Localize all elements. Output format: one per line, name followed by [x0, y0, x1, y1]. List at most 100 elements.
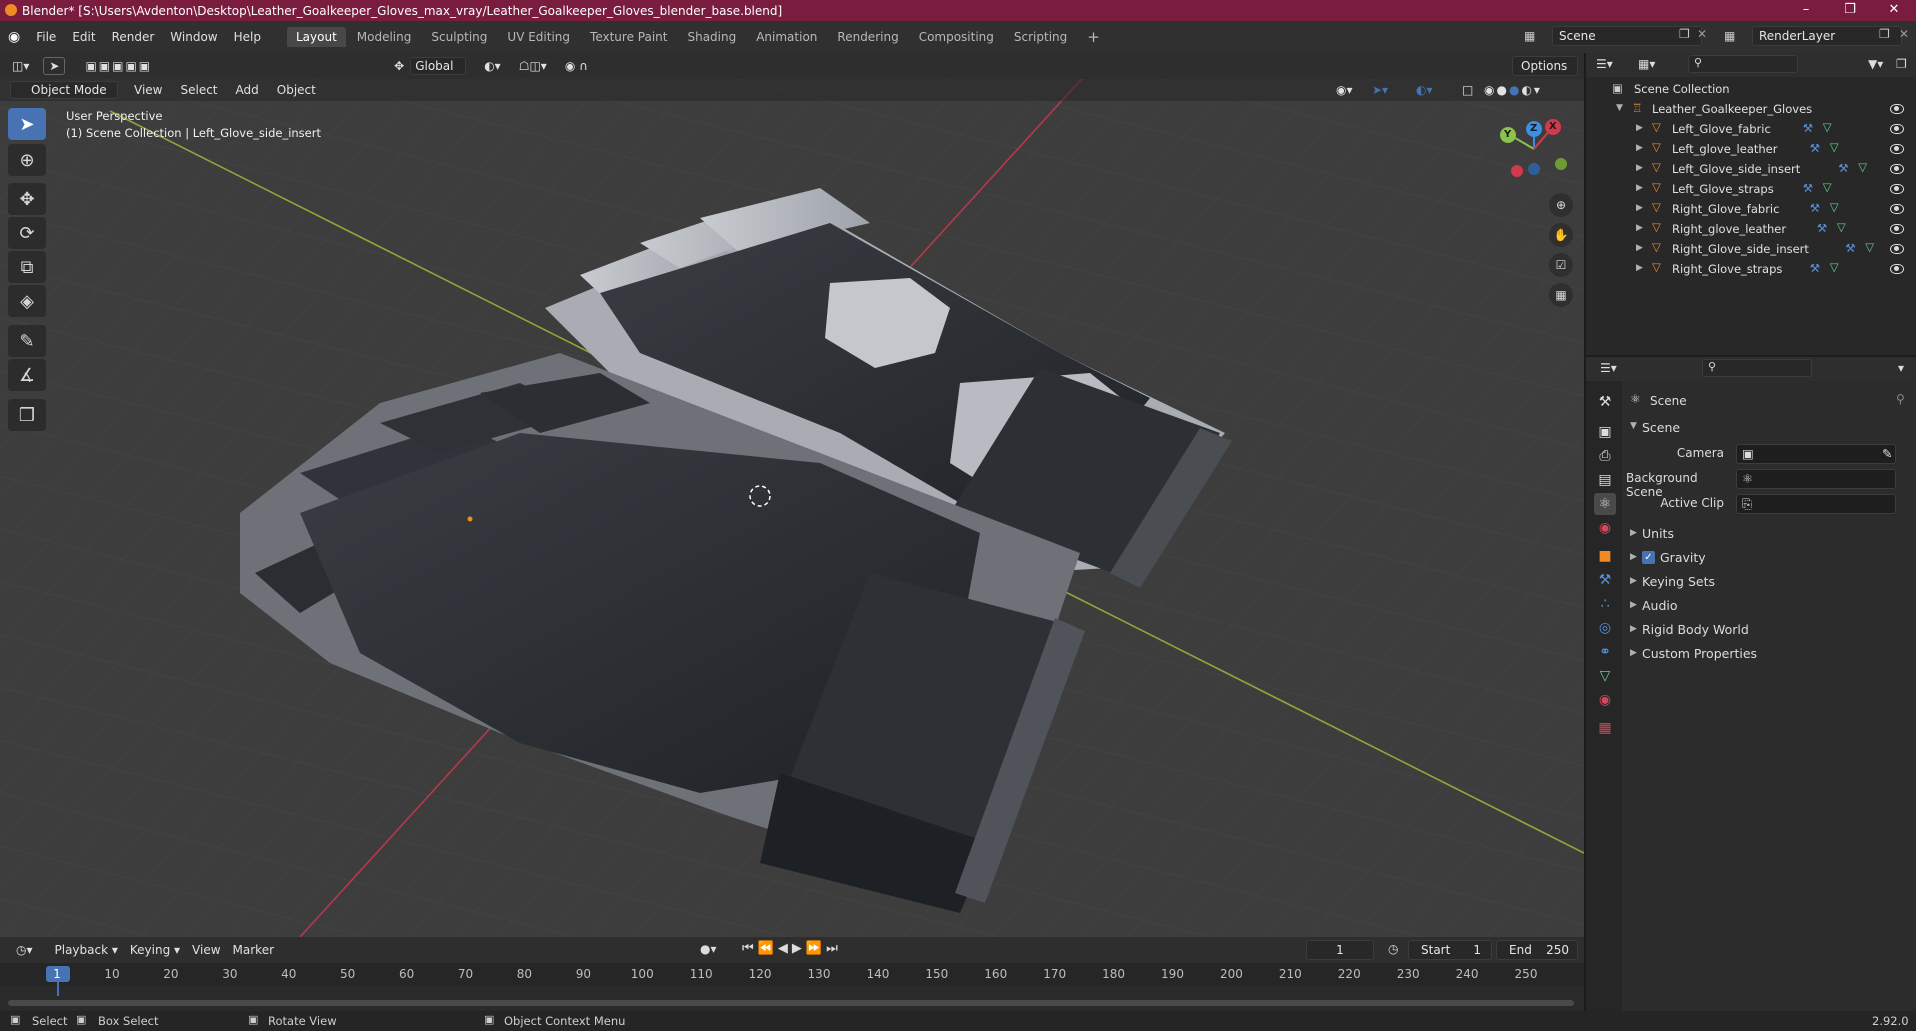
visibility-eye-icon[interactable] — [1890, 264, 1904, 274]
tool-tab-icon[interactable]: ⚒ — [1594, 391, 1616, 413]
menu-window[interactable]: Window — [162, 30, 225, 44]
minimize-icon[interactable]: – — [1784, 0, 1828, 21]
subpanel-custom-properties[interactable]: ▶ Custom Properties — [1626, 643, 1916, 665]
move-tool[interactable]: ✥ — [8, 183, 46, 215]
playback-controls[interactable]: ⏮⏪◀▶⏩⏭ — [742, 941, 842, 956]
new-collection-icon[interactable]: ❐ — [1896, 57, 1907, 71]
tab-uv-editing[interactable]: UV Editing — [498, 27, 579, 47]
properties-search-input[interactable] — [1702, 359, 1812, 377]
shading-mode-icons[interactable]: ◉●●◐▾ — [1478, 81, 1548, 99]
blender-menu-icon[interactable]: ◉ — [8, 29, 20, 45]
menu-file[interactable]: File — [28, 30, 64, 44]
constraints-tab-icon[interactable]: ⚭ — [1594, 641, 1616, 663]
collapse-icon[interactable]: ▾ — [1898, 361, 1904, 375]
transform-orientation-dropdown[interactable]: Global — [410, 57, 467, 75]
expand-object-icon[interactable]: ▶ — [1636, 243, 1643, 253]
scene-icon[interactable]: ▦ — [1524, 29, 1535, 43]
scene-panel-header[interactable]: ▼ Scene — [1626, 417, 1916, 439]
timeline-menu-marker[interactable]: Marker — [227, 941, 280, 959]
data-tab-icon[interactable]: ▽ — [1594, 665, 1616, 687]
record-icon[interactable]: ●▾ — [700, 942, 717, 956]
visibility-icon[interactable]: ◉▾ — [1330, 81, 1359, 99]
tab-compositing[interactable]: Compositing — [910, 27, 1003, 47]
modifier-icon[interactable]: ⚒ — [1810, 201, 1820, 215]
remove-view-layer-icon[interactable]: ✕ — [1899, 27, 1909, 41]
expand-object-icon[interactable]: ▶ — [1636, 143, 1643, 153]
new-view-layer-icon[interactable]: ❐ — [1879, 27, 1890, 41]
overlay-toggle-icon[interactable]: ◐▾ — [1410, 81, 1439, 99]
frame-ruler[interactable]: 1 10 20 30 40 50 60 70 80 90 100 110 120 130 140 150 160… — [0, 963, 1584, 985]
tab-scripting[interactable]: Scripting — [1005, 27, 1076, 47]
add-cube-tool[interactable]: ❒ — [8, 399, 46, 431]
visibility-eye-icon[interactable] — [1890, 204, 1904, 214]
mesh-data-icon[interactable]: ▽ — [1823, 180, 1832, 194]
visibility-eye-icon[interactable] — [1890, 184, 1904, 194]
visibility-eye-icon[interactable] — [1890, 224, 1904, 234]
outliner-search-input[interactable] — [1688, 55, 1798, 73]
tab-layout[interactable]: Layout — [286, 27, 346, 47]
zoom-icon[interactable]: ⊕ — [1549, 193, 1573, 217]
filter-icon[interactable]: ▼▾ — [1868, 57, 1883, 71]
outliner-row-object[interactable]: ▶ ▽ Left_glove_leather ⚒ ▽ — [1586, 139, 1916, 159]
mode-dropdown[interactable]: Object Mode — [10, 81, 118, 99]
output-tab-icon[interactable]: ⎙ — [1594, 445, 1616, 467]
subpanel-units[interactable]: ▶ Units — [1626, 523, 1916, 545]
tab-sculpting[interactable]: Sculpting — [422, 27, 496, 47]
new-scene-icon[interactable]: ❐ — [1679, 27, 1690, 41]
pivot-point-icon[interactable]: ◐▾ — [478, 57, 507, 75]
remove-scene-icon[interactable]: ✕ — [1697, 27, 1707, 41]
expand-object-icon[interactable]: ▶ — [1636, 263, 1643, 273]
timeline-editor-type-icon[interactable]: ◷▾ — [10, 941, 39, 959]
preview-range-icon[interactable]: ◷ — [1388, 942, 1398, 956]
outliner-row-object[interactable]: ▶ ▽ Left_Glove_fabric ⚒ ▽ — [1586, 119, 1916, 139]
gizmo-toggle-icon[interactable]: ➤▾ — [1366, 81, 1394, 99]
outliner-editor-type-icon[interactable]: ☰▾ — [1596, 57, 1613, 71]
modifier-icon[interactable]: ⚒ — [1803, 121, 1813, 135]
texture-tab-icon[interactable]: ▦ — [1594, 717, 1616, 739]
visibility-eye-icon[interactable] — [1890, 144, 1904, 154]
outliner-row-scene-collection[interactable]: ▣ Scene Collection — [1586, 79, 1916, 99]
modifier-icon[interactable]: ⚒ — [1803, 181, 1813, 195]
camera-view-icon[interactable]: ☑ — [1549, 253, 1573, 277]
start-frame-field[interactable]: Start 1 — [1408, 940, 1492, 960]
cursor-tool[interactable]: ⊕ — [8, 144, 46, 176]
perspective-toggle-icon[interactable]: ▦ — [1549, 283, 1573, 307]
visibility-eye-icon[interactable] — [1890, 244, 1904, 254]
modifier-icon[interactable]: ⚒ — [1838, 161, 1848, 175]
mesh-data-icon[interactable]: ▽ — [1865, 240, 1874, 254]
menu-help[interactable]: Help — [226, 30, 269, 44]
mesh-data-icon[interactable]: ▽ — [1830, 260, 1839, 274]
mesh-data-icon[interactable]: ▽ — [1858, 160, 1867, 174]
expand-collection-icon[interactable]: ▼ — [1616, 103, 1623, 113]
view-layer-tab-icon[interactable]: ▤ — [1594, 469, 1616, 491]
tab-shading[interactable]: Shading — [678, 27, 745, 47]
expand-object-icon[interactable]: ▶ — [1636, 183, 1643, 193]
particles-tab-icon[interactable]: ∴ — [1594, 593, 1616, 615]
tab-modeling[interactable]: Modeling — [348, 27, 421, 47]
measure-tool[interactable]: ∡ — [8, 359, 46, 391]
viewport-menu-add[interactable]: Add — [230, 81, 265, 99]
viewport-menu-view[interactable]: View — [128, 81, 168, 99]
outliner-row-object[interactable]: ▶ ▽ Left_Glove_side_insert ⚒ ▽ — [1586, 159, 1916, 179]
xray-toggle-icon[interactable]: □ — [1456, 81, 1479, 99]
options-dropdown[interactable]: Options — [1512, 56, 1578, 76]
tab-animation[interactable]: Animation — [747, 27, 826, 47]
selection-mode-icons[interactable]: ▣▣▣▣▣ — [79, 57, 158, 75]
pan-hand-icon[interactable]: ✋ — [1549, 223, 1573, 247]
transform-tool[interactable]: ◈ — [8, 285, 46, 317]
outliner-row-object[interactable]: ▶ ▽ Right_Glove_straps ⚒ ▽ — [1586, 259, 1916, 279]
timeline-menu-view[interactable]: View — [186, 941, 226, 959]
camera-field[interactable] — [1736, 444, 1896, 464]
timeline-menu-playback[interactable]: Playback ▾ — [49, 941, 124, 959]
scene-tab-icon[interactable]: ⚛ — [1594, 493, 1616, 515]
modifier-icon[interactable]: ⚒ — [1810, 141, 1820, 155]
outliner-row-collection[interactable]: ▼ ♖ Leather_Goalkeeper_Gloves — [1586, 99, 1916, 119]
tab-texture-paint[interactable]: Texture Paint — [581, 27, 676, 47]
viewport-canvas[interactable] — [0, 53, 1584, 937]
annotate-tool[interactable]: ✎ — [8, 325, 46, 357]
scale-tool[interactable]: ⧉ — [8, 251, 46, 283]
mesh-data-icon[interactable]: ▽ — [1830, 200, 1839, 214]
tab-rendering[interactable]: Rendering — [828, 27, 907, 47]
outliner-row-object[interactable]: ▶ ▽ Left_Glove_straps ⚒ ▽ — [1586, 179, 1916, 199]
properties-editor-type-icon[interactable]: ☰▾ — [1600, 361, 1617, 375]
